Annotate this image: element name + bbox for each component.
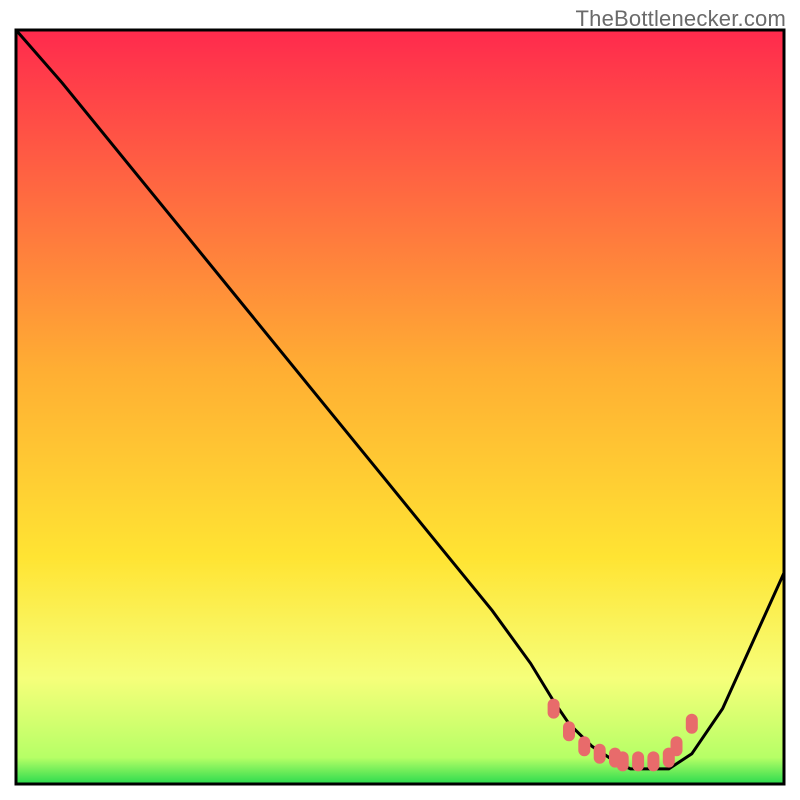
bottom-dot xyxy=(563,721,575,741)
bottom-dot xyxy=(578,736,590,756)
bottom-dot xyxy=(686,714,698,734)
bottom-dot xyxy=(647,751,659,771)
bottom-dot xyxy=(671,736,683,756)
bottom-dot xyxy=(617,751,629,771)
plot-area xyxy=(16,30,784,784)
bottom-dot xyxy=(594,744,606,764)
chart-stage: TheBottlenecker.com xyxy=(0,0,800,800)
watermark-text: TheBottlenecker.com xyxy=(576,6,786,32)
bottom-dot xyxy=(632,751,644,771)
bottom-dot xyxy=(548,699,560,719)
bottleneck-chart xyxy=(0,0,800,800)
